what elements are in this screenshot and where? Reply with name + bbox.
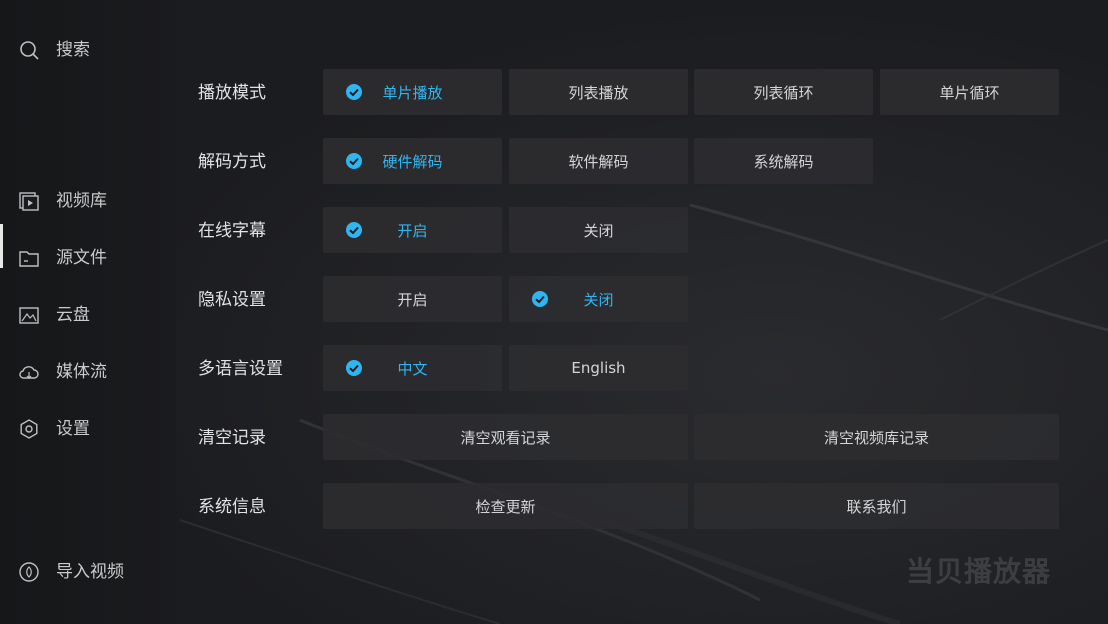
contact-us-button[interactable]: 联系我们 xyxy=(694,483,1059,529)
sidebar-item-label: 视频库 xyxy=(56,191,107,211)
option-label: 中文 xyxy=(397,359,428,378)
system-info-label: 系统信息 xyxy=(198,497,266,517)
check-circle-icon xyxy=(531,290,549,308)
cloud-drive-icon xyxy=(18,304,40,326)
play-mode-list-loop-option[interactable]: 列表循环 xyxy=(694,69,873,115)
sidebar-item-label: 媒体流 xyxy=(56,362,107,382)
sidebar-item-source-files[interactable]: 源文件 xyxy=(0,238,176,278)
privacy-on-option[interactable]: 开启 xyxy=(323,276,502,322)
language-english-option[interactable]: English xyxy=(509,345,688,391)
option-label: 关闭 xyxy=(583,290,614,309)
option-label: 软件解码 xyxy=(568,152,629,171)
gear-icon xyxy=(18,418,40,440)
check-update-button[interactable]: 检查更新 xyxy=(323,483,688,529)
decode-label: 解码方式 xyxy=(198,152,266,172)
option-label: 硬件解码 xyxy=(382,152,443,171)
play-mode-list-option[interactable]: 列表播放 xyxy=(509,69,688,115)
privacy-label: 隐私设置 xyxy=(198,290,266,310)
check-circle-icon xyxy=(345,152,363,170)
option-label: 单片播放 xyxy=(382,83,443,102)
option-label: 开启 xyxy=(397,290,428,309)
privacy-off-option[interactable]: 关闭 xyxy=(509,276,688,322)
sidebar-item-settings[interactable]: 设置 xyxy=(0,409,176,449)
cloud-stream-icon xyxy=(18,361,40,383)
decode-system-option[interactable]: 系统解码 xyxy=(694,138,873,184)
option-label: 清空观看记录 xyxy=(460,428,551,447)
check-circle-icon xyxy=(345,83,363,101)
clear-watch-history-button[interactable]: 清空观看记录 xyxy=(323,414,688,460)
option-label: 开启 xyxy=(397,221,428,240)
search-icon xyxy=(18,39,40,61)
sidebar: 搜索 视频库 源文件 云盘 媒体流 设置 导入视频 xyxy=(0,0,176,624)
sidebar-item-label: 设置 xyxy=(56,419,90,439)
decode-software-option[interactable]: 软件解码 xyxy=(509,138,688,184)
option-label: 联系我们 xyxy=(846,497,907,516)
subtitle-label: 在线字幕 xyxy=(198,221,266,241)
subtitle-off-option[interactable]: 关闭 xyxy=(509,207,688,253)
import-icon xyxy=(18,561,40,583)
check-circle-icon xyxy=(345,221,363,239)
video-library-icon xyxy=(18,190,40,212)
sidebar-item-label: 云盘 xyxy=(56,305,90,325)
sidebar-item-search[interactable]: 搜索 xyxy=(0,30,176,70)
sidebar-item-label: 源文件 xyxy=(56,248,107,268)
option-label: 单片循环 xyxy=(939,83,1000,102)
sidebar-item-video-library[interactable]: 视频库 xyxy=(0,181,176,221)
option-label: 列表播放 xyxy=(568,83,629,102)
sidebar-item-label: 搜索 xyxy=(56,40,90,60)
option-label: English xyxy=(571,359,626,377)
option-label: 关闭 xyxy=(583,221,614,240)
subtitle-on-option[interactable]: 开启 xyxy=(323,207,502,253)
sidebar-item-label: 导入视频 xyxy=(56,562,124,582)
sidebar-item-import-video[interactable]: 导入视频 xyxy=(0,552,176,592)
brand-watermark: 当贝播放器 xyxy=(906,555,1052,588)
sidebar-item-cloud-drive[interactable]: 云盘 xyxy=(0,295,176,335)
folder-icon xyxy=(18,247,40,269)
play-mode-single-option[interactable]: 单片播放 xyxy=(323,69,502,115)
clear-records-label: 清空记录 xyxy=(198,428,266,448)
clear-library-history-button[interactable]: 清空视频库记录 xyxy=(694,414,1059,460)
option-label: 系统解码 xyxy=(753,152,814,171)
option-label: 清空视频库记录 xyxy=(823,428,929,447)
sidebar-item-media-stream[interactable]: 媒体流 xyxy=(0,352,176,392)
play-mode-single-loop-option[interactable]: 单片循环 xyxy=(880,69,1059,115)
option-label: 检查更新 xyxy=(475,497,536,516)
language-label: 多语言设置 xyxy=(198,359,283,379)
option-label: 列表循环 xyxy=(753,83,814,102)
play-mode-label: 播放模式 xyxy=(198,83,266,103)
decode-hardware-option[interactable]: 硬件解码 xyxy=(323,138,502,184)
check-circle-icon xyxy=(345,359,363,377)
language-chinese-option[interactable]: 中文 xyxy=(323,345,502,391)
